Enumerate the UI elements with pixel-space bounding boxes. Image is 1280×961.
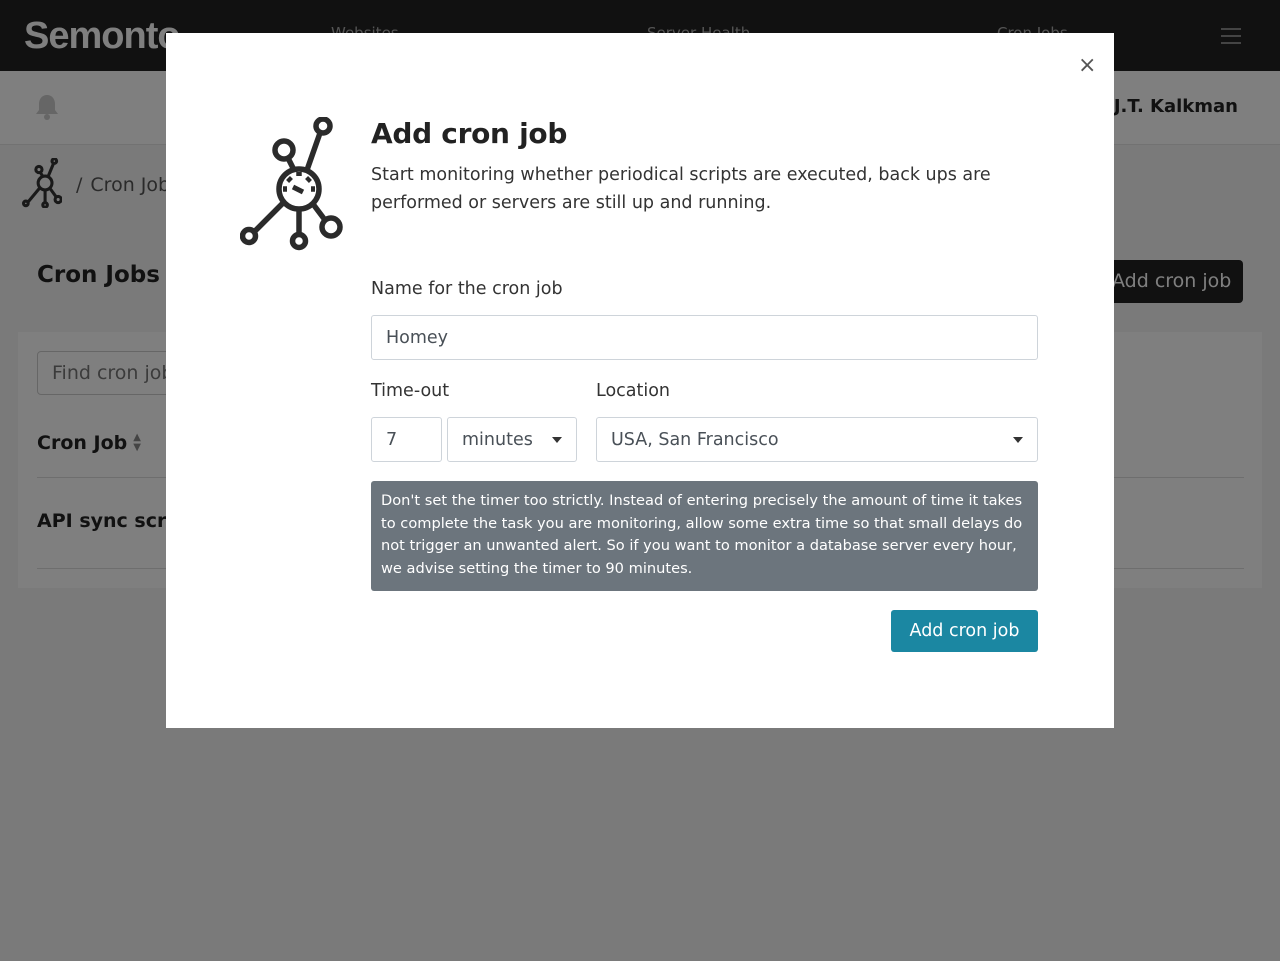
add-cron-job-modal: × Add cron job Start monitoring whether …	[166, 33, 1114, 728]
cron-job-icon	[239, 116, 344, 255]
submit-add-cron-job-button[interactable]: Add cron job	[891, 610, 1038, 652]
timeout-unit-select[interactable]: minutes	[447, 417, 577, 462]
cron-job-name-input[interactable]: Homey	[371, 315, 1038, 360]
modal-description: Start monitoring whether periodical scri…	[371, 165, 991, 213]
chevron-down-icon	[552, 437, 562, 443]
timeout-unit-value: minutes	[462, 429, 533, 450]
location-label: Location	[596, 381, 671, 401]
close-icon[interactable]: ×	[1078, 53, 1096, 78]
location-select[interactable]: USA, San Francisco	[596, 417, 1038, 462]
location-value: USA, San Francisco	[611, 429, 779, 450]
name-label: Name for the cron job	[371, 279, 563, 299]
chevron-down-icon	[1013, 437, 1023, 443]
timeout-value-input[interactable]: 7	[371, 417, 442, 462]
timer-hint-alert: Don't set the timer too strictly. Instea…	[371, 481, 1038, 591]
timeout-label: Time-out	[371, 381, 450, 401]
modal-title: Add cron job	[371, 117, 568, 150]
